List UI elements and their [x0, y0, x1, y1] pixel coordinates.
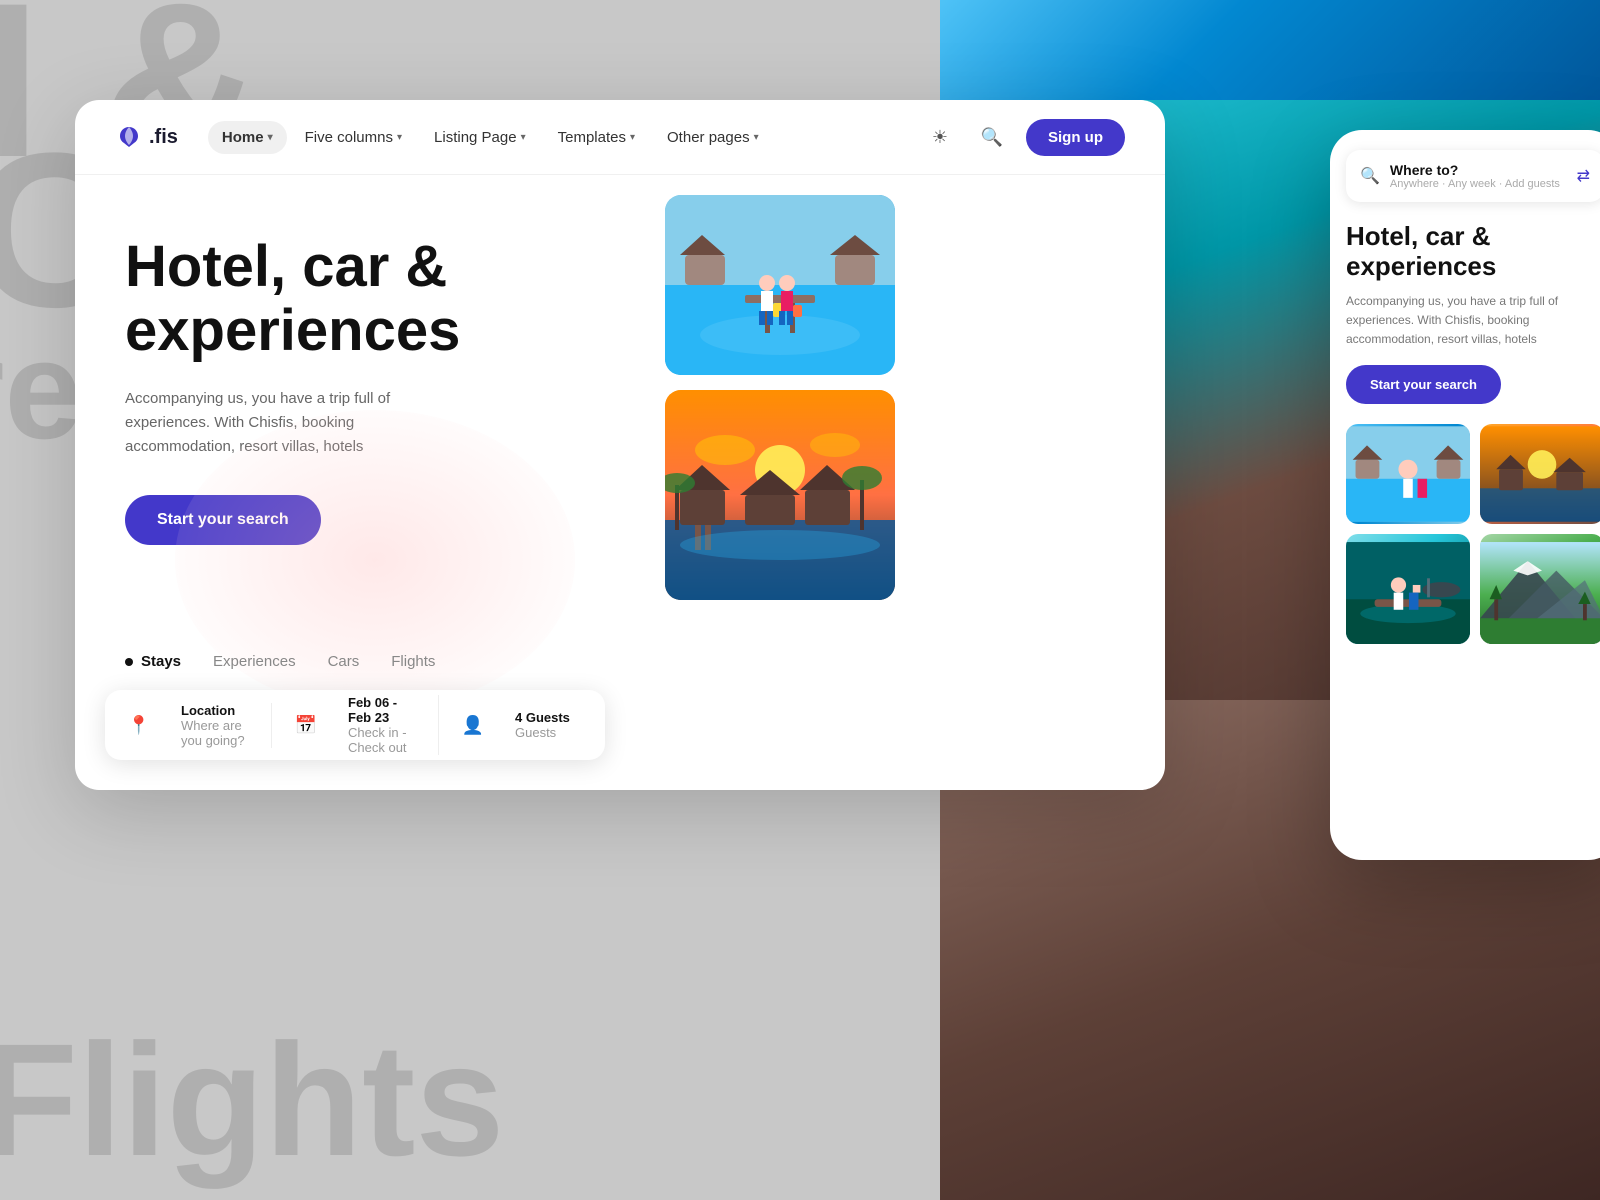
nav-item-other-pages[interactable]: Other pages ▾ — [653, 121, 773, 154]
tabs-section: Stays Experiences Cars Flights — [125, 653, 435, 670]
hero-image-bottom — [665, 390, 895, 600]
tab-stays[interactable]: Stays — [125, 653, 181, 670]
logo-text: .fis — [149, 126, 178, 149]
hero-image-bottom-svg — [665, 390, 895, 600]
mobile-hero-title: Hotel, car & experiences — [1330, 202, 1600, 292]
hero-images — [635, 175, 1165, 790]
chevron-down-icon: ▾ — [397, 132, 402, 143]
bg-text-4: Flights — [0, 1020, 504, 1180]
nav-right: ☀ 🔍 Sign up — [922, 119, 1125, 156]
hero-left: Hotel, car & experiences Accompanying us… — [75, 175, 635, 790]
logo: .fis — [115, 123, 178, 151]
mobile-image-2 — [1480, 424, 1600, 524]
hero-title: Hotel, car & experiences — [125, 235, 585, 363]
theme-toggle-button[interactable]: ☀ — [922, 119, 958, 155]
mobile-search-icon: 🔍 — [1360, 166, 1380, 186]
guests-icon: 👤 — [455, 707, 491, 743]
tab-cars[interactable]: Cars — [328, 653, 360, 670]
date-value: Check in - Check out — [348, 725, 414, 755]
calendar-icon: 📅 — [288, 707, 324, 743]
mobile-filter-icon[interactable]: ⇄ — [1577, 166, 1590, 186]
chevron-down-icon: ▾ — [630, 132, 635, 143]
location-field[interactable]: Location Where are you going? — [157, 703, 272, 748]
date-field[interactable]: Feb 06 - Feb 23 Check in - Check out — [324, 695, 439, 755]
search-bar: 📍 Location Where are you going? 📅 Feb 06… — [105, 690, 605, 760]
nav-item-home[interactable]: Home ▾ — [208, 121, 287, 154]
hero-image-top — [665, 195, 895, 375]
chevron-down-icon: ▾ — [754, 132, 759, 143]
guests-value: Guests — [515, 725, 581, 740]
tab-experiences[interactable]: Experiences — [213, 653, 296, 670]
chevron-down-icon: ▾ — [268, 132, 273, 143]
nav-item-templates[interactable]: Templates ▾ — [544, 121, 649, 154]
guests-label: 4 Guests — [515, 710, 581, 725]
hero-section: Hotel, car & experiences Accompanying us… — [75, 175, 1165, 790]
main-card: .fis Home ▾ Five columns ▾ Listing Page … — [75, 100, 1165, 790]
guests-field[interactable]: 4 Guests Guests — [491, 710, 605, 740]
mobile-images-grid — [1330, 424, 1600, 644]
tab-dot — [125, 658, 133, 666]
mobile-search-sub: Anywhere · Any week · Add guests — [1390, 178, 1567, 190]
mobile-search-button[interactable]: Start your search — [1346, 365, 1501, 404]
nav-items: Home ▾ Five columns ▾ Listing Page ▾ Tem… — [208, 121, 922, 154]
mobile-hero-desc: Accompanying us, you have a trip full of… — [1330, 292, 1600, 366]
tab-flights[interactable]: Flights — [391, 653, 435, 670]
bg-image-top-right — [940, 0, 1600, 100]
location-value: Where are you going? — [181, 718, 247, 748]
signup-button[interactable]: Sign up — [1026, 119, 1125, 156]
date-label: Feb 06 - Feb 23 — [348, 695, 414, 725]
chevron-down-icon: ▾ — [521, 132, 526, 143]
nav-item-five-columns[interactable]: Five columns ▾ — [291, 121, 416, 154]
mobile-image-4 — [1480, 534, 1600, 644]
location-label: Location — [181, 703, 247, 718]
location-icon: 📍 — [121, 707, 157, 743]
hero-search-button[interactable]: Start your search — [125, 495, 321, 545]
navbar: .fis Home ▾ Five columns ▾ Listing Page … — [75, 100, 1165, 175]
logo-icon — [115, 123, 143, 151]
mobile-card: 🔍 Where to? Anywhere · Any week · Add gu… — [1330, 130, 1600, 860]
mobile-search-text: Where to? Anywhere · Any week · Add gues… — [1390, 162, 1567, 190]
hero-image-top-svg — [665, 195, 895, 375]
mobile-image-3 — [1346, 534, 1470, 644]
mobile-image-1 — [1346, 424, 1470, 524]
mobile-search-main: Where to? — [1390, 162, 1567, 178]
hero-description: Accompanying us, you have a trip full of… — [125, 387, 465, 459]
mobile-search-bar[interactable]: 🔍 Where to? Anywhere · Any week · Add gu… — [1346, 150, 1600, 202]
search-button[interactable]: 🔍 — [974, 119, 1010, 155]
nav-item-listing-page[interactable]: Listing Page ▾ — [420, 121, 540, 154]
